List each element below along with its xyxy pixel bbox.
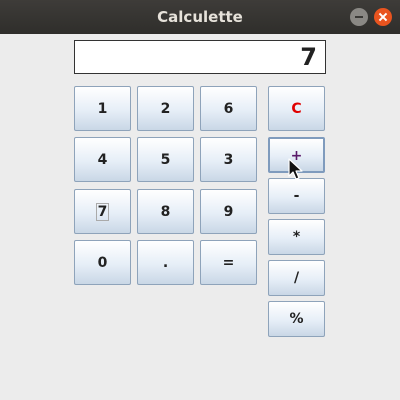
- key-2[interactable]: 2: [137, 86, 194, 131]
- divide-button[interactable]: /: [268, 260, 325, 296]
- key-9[interactable]: 9: [200, 189, 257, 234]
- key-equals[interactable]: =: [200, 240, 257, 285]
- key-5[interactable]: 5: [137, 137, 194, 182]
- key-7-label: 7: [95, 203, 110, 221]
- close-icon[interactable]: [374, 8, 392, 26]
- clear-button[interactable]: C: [268, 86, 325, 131]
- key-4[interactable]: 4: [74, 137, 131, 182]
- key-3[interactable]: 3: [200, 137, 257, 182]
- key-6[interactable]: 6: [200, 86, 257, 131]
- key-7[interactable]: 7: [74, 189, 131, 234]
- calculator-display: 7: [74, 40, 326, 74]
- window-title: Calculette: [157, 8, 243, 26]
- key-decimal[interactable]: .: [137, 240, 194, 285]
- key-8[interactable]: 8: [137, 189, 194, 234]
- key-1[interactable]: 1: [74, 86, 131, 131]
- percent-button[interactable]: %: [268, 301, 325, 337]
- minimize-icon[interactable]: [350, 8, 368, 26]
- key-0[interactable]: 0: [74, 240, 131, 285]
- minus-button[interactable]: -: [268, 178, 325, 214]
- title-bar: Calculette: [0, 0, 400, 34]
- mouse-pointer-icon: [288, 158, 303, 180]
- multiply-button[interactable]: *: [268, 219, 325, 255]
